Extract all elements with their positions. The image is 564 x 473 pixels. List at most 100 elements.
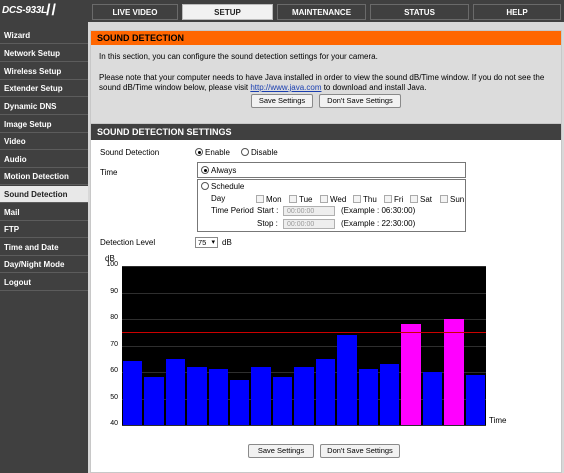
chart-bar	[379, 364, 400, 425]
disable-label: Disable	[251, 148, 278, 157]
chart-y-tick-label: 100	[106, 261, 118, 268]
dont-save-settings-button-bottom[interactable]: Don't Save Settings	[320, 444, 400, 458]
chart-gridline	[122, 346, 486, 347]
schedule-radio[interactable]	[201, 182, 209, 190]
chart-bar	[444, 319, 464, 425]
sidebar-item-extender-setup[interactable]: Extender Setup	[0, 80, 88, 97]
day-checkbox-fri[interactable]	[384, 195, 392, 203]
chart-bar	[187, 366, 207, 425]
chart-y-tick-label: 40	[110, 420, 118, 427]
always-label: Always	[211, 166, 237, 175]
sidebar-item-wireless-setup[interactable]: Wireless Setup	[0, 63, 88, 80]
save-settings-button-bottom[interactable]: Save Settings	[248, 444, 314, 458]
day-checkbox-mon[interactable]	[256, 195, 264, 203]
sidebar-item-dynamic-dns[interactable]: Dynamic DNS	[0, 98, 88, 115]
chart-bar	[337, 334, 357, 425]
stop-time-input[interactable]: 00:00:00	[283, 219, 335, 229]
day-checkbox-wed[interactable]	[320, 195, 328, 203]
tab-status[interactable]: STATUS	[370, 4, 469, 20]
always-radio[interactable]	[201, 166, 209, 174]
chart-bar	[251, 366, 271, 425]
chart-bar	[358, 369, 378, 425]
sidebar-item-image-setup[interactable]: Image Setup	[0, 116, 88, 133]
chart-bar	[165, 358, 186, 425]
detection-threshold-line	[122, 332, 486, 333]
chart-bar	[315, 358, 336, 425]
chevron-down-icon: ▾	[211, 239, 215, 246]
chart-bar	[294, 366, 314, 425]
chart-x-axis-label: Time	[489, 416, 507, 425]
chart-y-tick-label: 90	[110, 288, 118, 295]
day-label-thu: Thu	[363, 195, 377, 204]
dont-save-settings-button-top[interactable]: Don't Save Settings	[319, 94, 401, 108]
chart-y-tick-label: 70	[110, 341, 118, 348]
sidebar-item-motion-detection[interactable]: Motion Detection	[0, 168, 88, 185]
enable-label: Enable	[205, 148, 230, 157]
save-settings-button-top[interactable]: Save Settings	[251, 94, 313, 108]
sidebar-item-video[interactable]: Video	[0, 133, 88, 150]
chart-gridline	[122, 319, 486, 320]
detection-level-label: Detection Level	[100, 238, 156, 247]
tab-setup[interactable]: SETUP	[182, 4, 273, 20]
day-checkbox-tue[interactable]	[289, 195, 297, 203]
day-checkbox-sun[interactable]	[440, 195, 448, 203]
chart-bar	[272, 377, 293, 425]
day-label-wed: Wed	[330, 195, 347, 204]
sidebar: Wizard Network Setup Wireless Setup Exte…	[0, 22, 88, 473]
java-note-text-b: to download and install Java.	[321, 83, 427, 92]
sound-level-chart	[122, 266, 486, 426]
day-checkbox-thu[interactable]	[353, 195, 361, 203]
day-checkbox-sat[interactable]	[410, 195, 418, 203]
day-label-tue: Tue	[299, 195, 313, 204]
always-option-box	[197, 162, 466, 178]
sidebar-item-ftp[interactable]: FTP	[0, 221, 88, 238]
day-label-mon: Mon	[266, 195, 282, 204]
chart-bar	[401, 324, 421, 425]
product-logo: DCS-933L //	[2, 2, 88, 20]
start-time-input[interactable]: 00:00:00	[283, 206, 335, 216]
schedule-label: Schedule	[211, 182, 245, 191]
enable-radio[interactable]	[195, 148, 203, 156]
tab-live-video[interactable]: LIVE VIDEO	[92, 4, 178, 20]
chart-gridline	[122, 266, 486, 267]
detection-level-unit: dB	[222, 238, 232, 247]
chart-bar	[465, 374, 485, 425]
start-example: (Example : 06:30:00)	[341, 206, 416, 215]
start-label: Start :	[257, 206, 279, 215]
detection-level-select[interactable]: 75 ▾	[195, 237, 218, 248]
disable-radio[interactable]	[241, 148, 249, 156]
day-label-fri: Fri	[394, 195, 404, 204]
detection-level-value: 75	[198, 238, 207, 247]
java-note-text-a: sound dB/Time window below, please visit	[99, 83, 251, 92]
chart-gridline	[122, 293, 486, 294]
top-nav-bar: DCS-933L // LIVE VIDEO SETUP MAINTENANCE…	[0, 0, 564, 22]
chart-bar	[123, 361, 143, 425]
time-period-label: Time Period	[211, 206, 254, 215]
settings-panel-title: SOUND DETECTION SETTINGS	[91, 124, 561, 140]
chart-bar	[422, 372, 443, 425]
sidebar-item-audio[interactable]: Audio	[0, 151, 88, 168]
sidebar-item-mail[interactable]: Mail	[0, 204, 88, 221]
sidebar-item-logout[interactable]: Logout	[0, 274, 88, 291]
sound-detection-label: Sound Detection	[100, 148, 160, 157]
chart-gridline	[122, 425, 486, 426]
java-note-line1: Please note that your computer needs to …	[99, 73, 545, 82]
time-label: Time	[100, 168, 118, 177]
tab-maintenance[interactable]: MAINTENANCE	[277, 4, 366, 20]
day-label-sat: Sat	[420, 195, 433, 204]
java-link[interactable]: http://www.java.com	[250, 83, 321, 92]
intro-text: In this section, you can configure the s…	[99, 52, 378, 61]
tab-help[interactable]: HELP	[473, 4, 561, 20]
stop-example: (Example : 22:30:00)	[341, 219, 416, 228]
day-label: Day	[211, 194, 226, 203]
sidebar-item-time-and-date[interactable]: Time and Date	[0, 239, 88, 256]
logo-text: DCS-933L	[2, 5, 47, 16]
chart-y-tick-label: 50	[110, 394, 118, 401]
java-note-line2: sound dB/Time window below, please visit…	[99, 83, 426, 93]
sidebar-item-wizard[interactable]: Wizard	[0, 27, 88, 44]
sound-detection-info-panel: SOUND DETECTION In this section, you can…	[90, 30, 562, 132]
sidebar-item-day-night-mode[interactable]: Day/Night Mode	[0, 256, 88, 273]
sidebar-item-sound-detection[interactable]: Sound Detection	[0, 186, 88, 203]
info-panel-title: SOUND DETECTION	[91, 31, 561, 45]
sidebar-item-network-setup[interactable]: Network Setup	[0, 45, 88, 62]
